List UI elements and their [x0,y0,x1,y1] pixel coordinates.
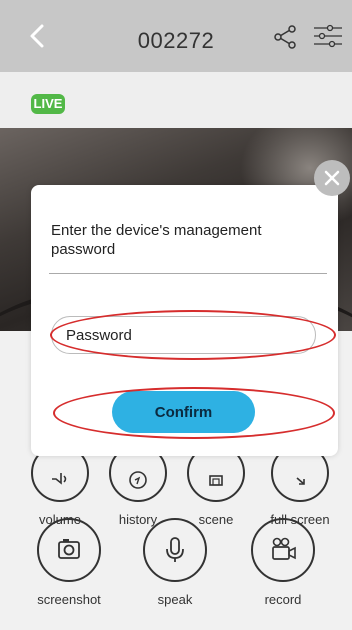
close-icon[interactable] [314,160,350,196]
record-label: record [264,592,302,607]
speak-label: speak [157,592,193,607]
speak-control[interactable]: speak [136,518,214,607]
live-badge: LIVE [31,94,65,114]
password-dialog: Enter the device's management password C… [31,185,338,456]
video-camera-icon[interactable] [251,518,315,582]
password-input[interactable] [51,316,316,354]
screenshot-label: screenshot [37,592,101,607]
microphone-icon[interactable] [143,518,207,582]
sliders-icon[interactable] [312,22,344,50]
top-bar: 002272 [0,0,352,72]
confirm-button[interactable]: Confirm [112,391,255,433]
record-control[interactable]: record [244,518,322,607]
dialog-divider [49,273,327,274]
share-icon[interactable] [272,24,298,50]
dialog-prompt: Enter the device's management password [51,222,262,258]
device-title: 002272 [137,28,215,53]
camera-icon[interactable] [37,518,101,582]
screenshot-control[interactable]: screenshot [28,518,110,607]
